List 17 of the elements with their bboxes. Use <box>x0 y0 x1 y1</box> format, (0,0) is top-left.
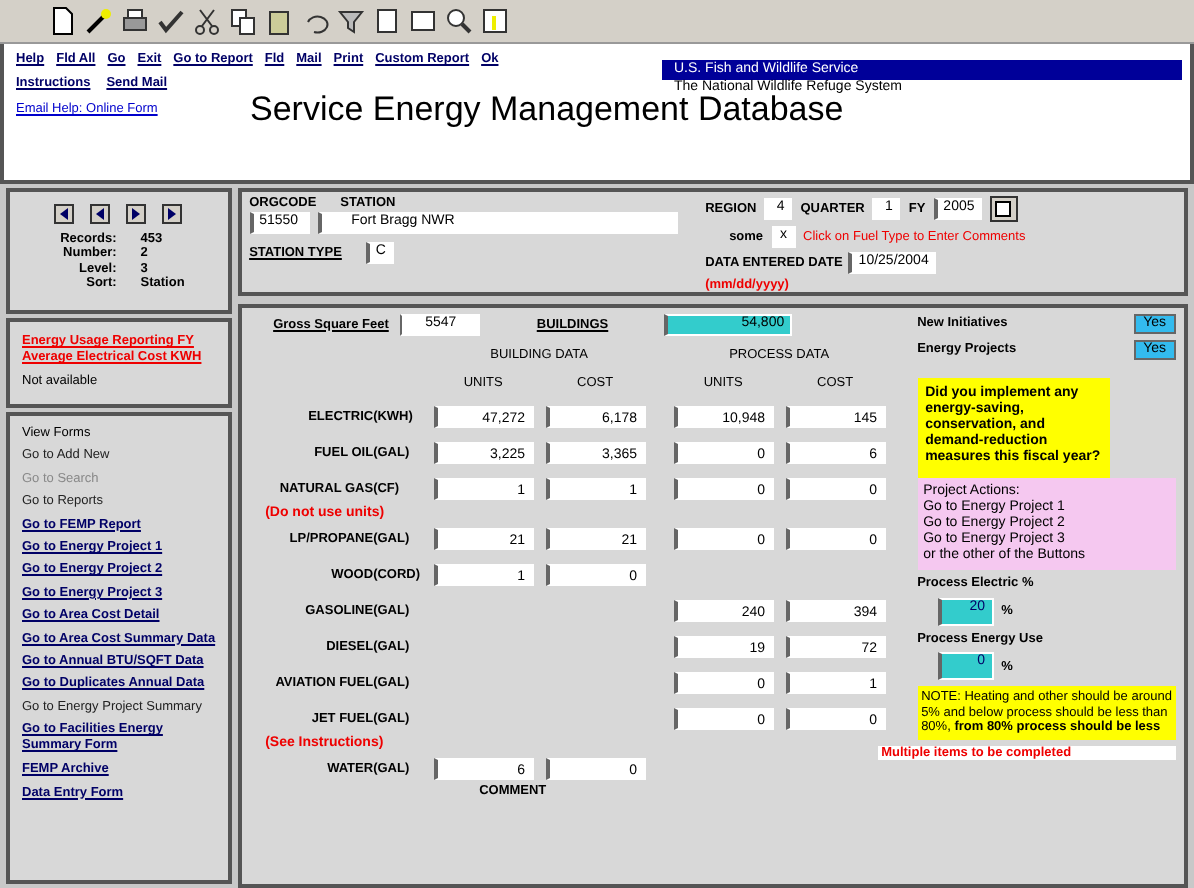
new-file-icon[interactable] <box>48 6 78 36</box>
copy-icon[interactable] <box>228 6 258 36</box>
left-triangle-icon <box>94 208 107 220</box>
cut-icon[interactable] <box>192 6 222 36</box>
next-record-button[interactable] <box>126 204 147 224</box>
first-record-button[interactable] <box>54 204 75 224</box>
printer-icon[interactable] <box>120 6 150 36</box>
save-button[interactable] <box>989 196 1018 222</box>
wand-icon[interactable] <box>84 6 114 36</box>
right-triangle-icon <box>166 208 179 220</box>
right-triangle-icon <box>130 208 143 220</box>
app-title: Service Energy Management Database <box>250 90 844 130</box>
last-record-button[interactable] <box>162 204 183 224</box>
filter-icon[interactable] <box>336 6 366 36</box>
previous-record-button[interactable] <box>90 204 111 224</box>
left-triangle-icon <box>58 208 71 220</box>
find-icon[interactable] <box>444 6 474 36</box>
